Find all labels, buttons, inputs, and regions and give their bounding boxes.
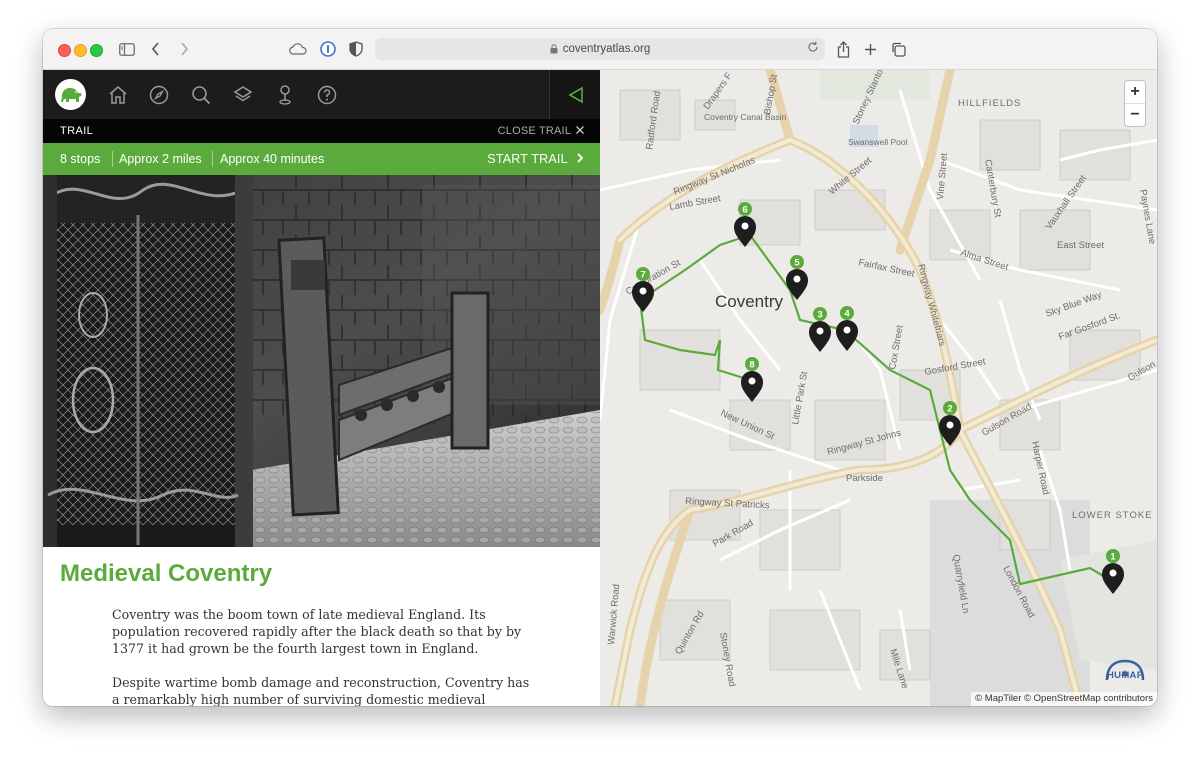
divider [212, 151, 213, 167]
map-pin-dot [1109, 569, 1117, 577]
zoom-in-button[interactable]: + [1125, 81, 1145, 103]
map-pin-dot [816, 327, 824, 335]
address-bar[interactable]: coventryatlas.org [375, 38, 825, 60]
map-street-label: Fairfax Street [857, 257, 915, 280]
compass-icon[interactable] [147, 83, 171, 107]
close-window-button[interactable] [58, 44, 71, 57]
back-triangle-icon[interactable] [549, 70, 600, 119]
zoom-out-button[interactable]: − [1125, 104, 1145, 126]
map-street-label: Vine Street [935, 152, 950, 200]
map-pin-dot [843, 326, 851, 334]
stops-count: 8 stops [60, 152, 101, 166]
map-street-label: Little Park St [790, 370, 810, 425]
trail-label: TRAIL [60, 125, 94, 137]
map-pin-icon [836, 320, 858, 351]
article-paragraph: Despite wartime bomb damage and reconstr… [112, 675, 530, 706]
map-street-label: Ringway Whitefriars [915, 263, 948, 348]
map-street-label: Swanswell Pool [848, 137, 908, 147]
forward-icon[interactable] [174, 39, 194, 59]
zoom-control: + − [1125, 81, 1145, 126]
layers-icon[interactable] [231, 83, 255, 107]
trail-photo [43, 175, 600, 547]
map-street-label: Cox Street [887, 324, 906, 370]
stop-number: 7 [640, 270, 645, 281]
trail-stop-marker[interactable]: 5 [786, 255, 808, 300]
map-street-label: Coventry Canal Basin [704, 112, 786, 122]
map-street-label: Ringway St Nicholas [672, 155, 757, 198]
map-street-label: Sky Blue Way [1044, 289, 1103, 320]
stop-number: 2 [947, 404, 952, 415]
map-area-label: LOWER STOKE [1072, 510, 1153, 521]
map-pin-icon [786, 269, 808, 300]
icloud-icon[interactable] [288, 39, 308, 59]
help-icon[interactable] [315, 83, 339, 107]
article-paragraph: Coventry was the boom town of late medie… [112, 607, 522, 656]
elephant-logo-icon[interactable] [55, 79, 86, 110]
humap-brand: HUMAP [1107, 670, 1144, 681]
map-street-label: Warwick Road [606, 584, 622, 646]
map-attribution[interactable]: © MapTiler © OpenStreetMap contributors [971, 692, 1157, 706]
search-icon[interactable] [189, 83, 213, 107]
map-area-label: HILLFIELDS [958, 98, 1021, 109]
map-pin-icon [632, 281, 654, 312]
map-pin-icon [809, 321, 831, 352]
lock-icon [550, 44, 558, 54]
sidebar-toggle-icon[interactable] [117, 39, 137, 59]
trail-stop-marker[interactable]: 8 [741, 357, 763, 402]
trail-stop-marker[interactable]: 4 [836, 306, 858, 351]
back-icon[interactable] [146, 39, 166, 59]
map-pin-dot [639, 287, 647, 295]
map-area-label: Parkside [846, 473, 883, 484]
stop-number: 4 [844, 309, 850, 320]
start-trail-label: START TRAIL [487, 152, 568, 166]
stop-number: 1 [1110, 552, 1116, 563]
share-icon[interactable] [833, 39, 853, 59]
browser-toolbar: coventryatlas.org [43, 29, 1157, 70]
trail-panel: TRAIL CLOSE TRAIL 8 stops Approx 2 miles… [43, 70, 600, 706]
stop-number: 8 [749, 360, 754, 371]
chevron-right-icon [577, 153, 584, 163]
privacy-shield-icon[interactable] [346, 39, 366, 59]
map-pin-dot [793, 275, 801, 283]
reload-icon[interactable] [807, 41, 819, 56]
trail-title: Medieval Coventry [60, 560, 273, 587]
start-trail-button[interactable]: START TRAIL [487, 152, 584, 166]
map-pin-dot [946, 421, 954, 429]
home-icon[interactable] [106, 83, 130, 107]
map-pin-icon [741, 371, 763, 402]
trail-map[interactable]: HILLFIELDS LOWER STOKE Parkside Radford … [600, 70, 1157, 706]
close-icon [576, 126, 584, 134]
password-extension-icon[interactable] [318, 39, 338, 59]
stop-number: 6 [742, 205, 747, 216]
map-pin-dot [748, 377, 756, 385]
trail-distance: Approx 2 miles [119, 152, 202, 166]
trail-header: TRAIL CLOSE TRAIL [43, 119, 600, 143]
browser-window: coventryatlas.org TRAIL CLOSE TRAIL 8 st… [43, 29, 1157, 706]
close-trail-button[interactable]: CLOSE TRAIL [498, 125, 584, 137]
divider [112, 151, 113, 167]
trail-stats-bar: 8 stops Approx 2 miles Approx 40 minutes… [43, 143, 600, 175]
stop-number: 5 [794, 258, 800, 269]
map-city-label: Coventry [715, 292, 784, 311]
app-navbar [43, 70, 600, 119]
trail-stop-marker[interactable]: 3 [809, 307, 831, 352]
tab-overview-icon[interactable] [888, 39, 908, 59]
map-street-label: East Street [1057, 240, 1104, 251]
minimize-window-button[interactable] [74, 44, 87, 57]
humap-logo[interactable]: HUMAP [1103, 658, 1147, 684]
map-pin-dot [741, 222, 749, 230]
map-street-label: Paynes Lane [1137, 189, 1157, 246]
stop-number: 3 [817, 310, 822, 321]
close-trail-label: CLOSE TRAIL [497, 125, 571, 137]
trail-duration: Approx 40 minutes [220, 152, 325, 166]
new-tab-icon[interactable] [860, 39, 880, 59]
url-text: coventryatlas.org [562, 43, 651, 55]
page-content: TRAIL CLOSE TRAIL 8 stops Approx 2 miles… [43, 70, 1157, 706]
maximize-window-button[interactable] [90, 44, 103, 57]
pin-icon[interactable] [273, 83, 297, 107]
